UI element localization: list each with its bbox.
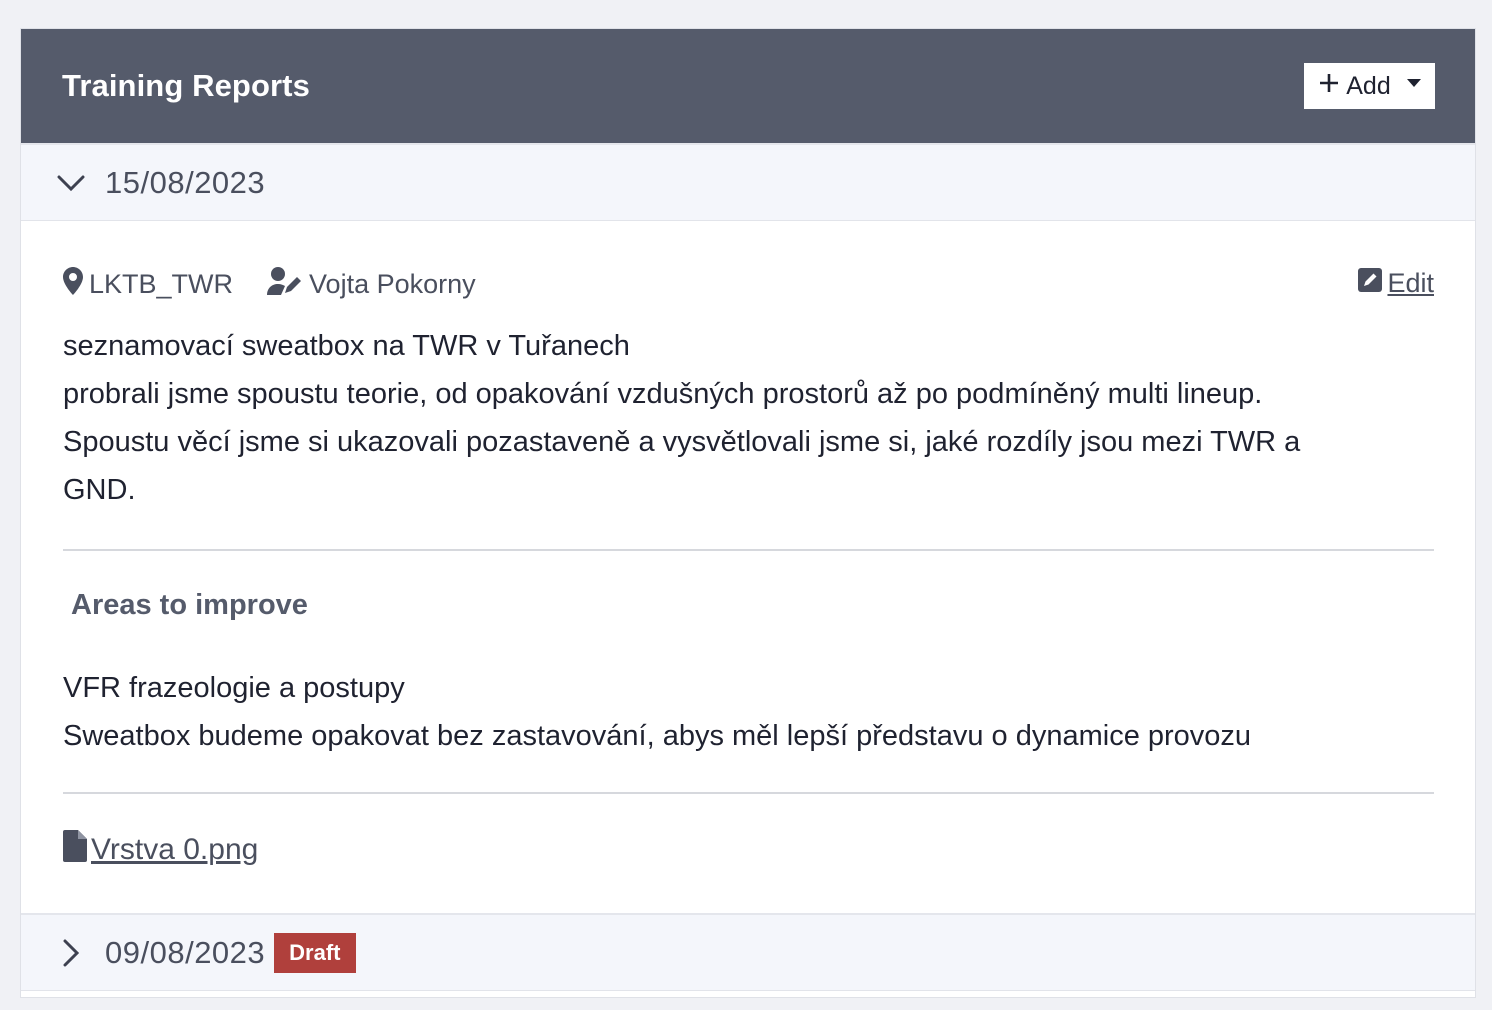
chevron-down-icon bbox=[55, 167, 87, 199]
location-item: LKTB_TWR bbox=[63, 267, 233, 302]
mentor-item: Vojta Pokorny bbox=[267, 267, 476, 302]
report-body: LKTB_TWR Vojta Pokorny Edit seznamovací … bbox=[21, 221, 1475, 913]
attachment-name: Vrstva 0.png bbox=[91, 833, 259, 866]
report-date: 15/08/2023 bbox=[105, 164, 266, 200]
report-accordion-header[interactable]: 15/08/2023 bbox=[21, 143, 1475, 221]
divider bbox=[63, 792, 1434, 794]
report-accordion-header[interactable]: 09/08/2023 Draft bbox=[21, 913, 1475, 991]
mentor-name: Vojta Pokorny bbox=[309, 269, 476, 299]
content-line: Spoustu věcí jsme si ukazovali pozastave… bbox=[63, 426, 1301, 458]
improve-line: Sweatbox budeme opakovat bez zastavování… bbox=[63, 720, 1252, 752]
map-marker-icon bbox=[63, 267, 89, 302]
plus-icon bbox=[1318, 70, 1340, 100]
improve-line: VFR frazeologie a postupy bbox=[63, 672, 405, 704]
user-edit-icon bbox=[267, 267, 309, 302]
edit-label: Edit bbox=[1387, 268, 1434, 298]
report-content: seznamovací sweatbox na TWR v Tuřanech p… bbox=[63, 322, 1434, 514]
location-label: LKTB_TWR bbox=[89, 269, 234, 299]
areas-to-improve-title: Areas to improve bbox=[71, 589, 308, 621]
attachment-link[interactable]: Vrstva 0.png bbox=[63, 830, 258, 870]
chevron-right-icon bbox=[55, 937, 87, 969]
content-line: seznamovací sweatbox na TWR v Tuřanech bbox=[63, 330, 630, 362]
draft-badge: Draft bbox=[274, 932, 356, 973]
card-header: Training Reports Add bbox=[21, 29, 1475, 143]
report-meta: LKTB_TWR Vojta Pokorny bbox=[63, 267, 1434, 302]
content-line: GND. bbox=[63, 474, 136, 506]
training-reports-card: Training Reports Add 15/08/2023 LKTB_TWR bbox=[20, 28, 1476, 998]
add-button-label: Add bbox=[1346, 71, 1391, 100]
content-line: probrali jsme spoustu teorie, od opaková… bbox=[63, 378, 1263, 410]
caret-down-icon bbox=[1406, 79, 1421, 87]
edit-icon bbox=[1357, 267, 1387, 300]
areas-to-improve-content: VFR frazeologie a postupy Sweatbox budem… bbox=[63, 664, 1434, 760]
divider bbox=[63, 549, 1434, 551]
file-icon bbox=[63, 830, 91, 870]
report-date: 09/08/2023 bbox=[105, 934, 266, 970]
edit-link[interactable]: Edit bbox=[1357, 267, 1434, 300]
add-button[interactable]: Add bbox=[1304, 63, 1435, 109]
page-title: Training Reports bbox=[62, 68, 310, 103]
